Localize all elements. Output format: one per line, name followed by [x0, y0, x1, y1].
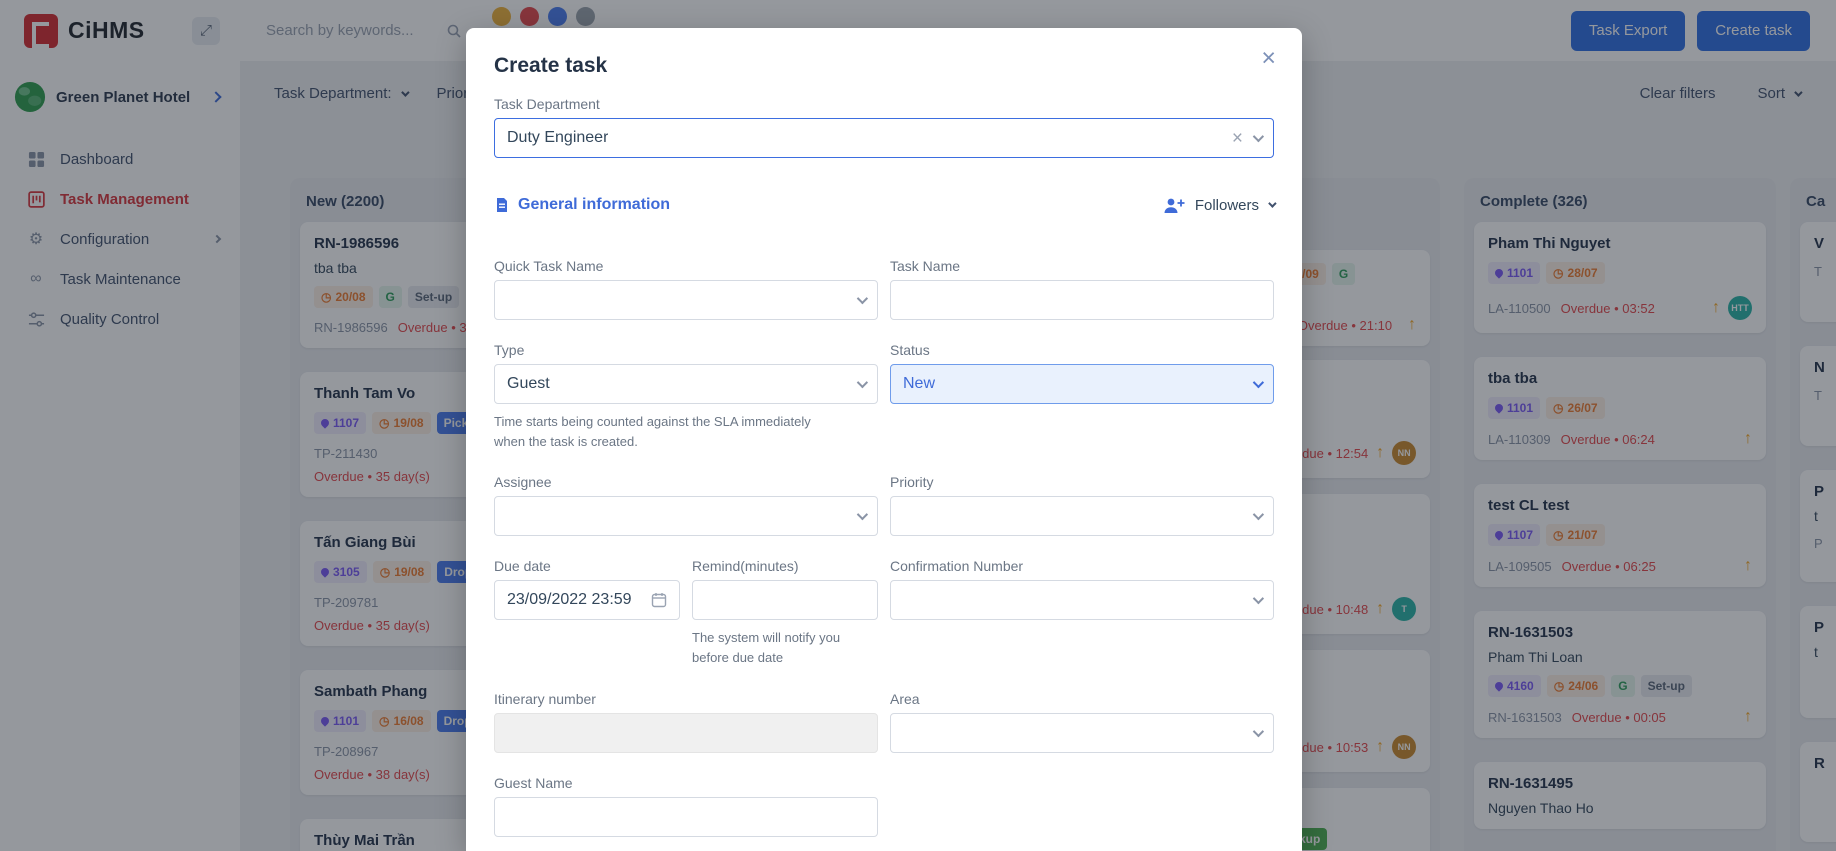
remind-group: Remind(minutes) The system will notify y… [692, 558, 878, 668]
status-select[interactable]: New [890, 364, 1274, 404]
status-value: New [903, 375, 936, 392]
task-name-label: Task Name [890, 258, 961, 274]
modal-title: Create task [494, 54, 608, 77]
area-select[interactable] [890, 712, 1274, 753]
chevron-down-icon [1252, 509, 1265, 521]
create-task-form: Quick Task Name Task Name Type Guest Tim… [494, 258, 1274, 851]
confirmation-number-group: Confirmation Number [890, 558, 1274, 668]
itinerary-number-group: Itinerary number [494, 691, 878, 753]
sla-note: Time starts being counted against the SL… [494, 414, 811, 450]
itinerary-number-label: Itinerary number [494, 690, 596, 707]
section-title: General information [518, 196, 671, 213]
task-name-group: Task Name [890, 258, 1274, 320]
type-select[interactable]: Guest [494, 364, 878, 404]
itinerary-number-input [494, 712, 878, 753]
task-department-value: Duty Engineer [507, 129, 609, 146]
task-department-select[interactable]: Duty Engineer × [494, 118, 1274, 158]
general-information-section: General information Followers [494, 196, 1277, 214]
task-department-label: Task Department [494, 96, 600, 112]
remind-input[interactable] [692, 580, 878, 621]
chevron-down-icon [1268, 199, 1277, 208]
priority-select[interactable] [890, 496, 1274, 537]
chevron-down-icon [1252, 376, 1265, 389]
assignee-group: Assignee [494, 474, 878, 537]
area-label: Area [890, 690, 920, 707]
remind-note: The system will notify you before due da… [692, 630, 841, 666]
followers-dropdown[interactable]: Followers [1162, 196, 1277, 214]
chevron-down-icon [856, 509, 869, 521]
remind-label: Remind(minutes) [692, 558, 799, 575]
quick-task-name-select[interactable] [494, 280, 878, 320]
followers-label: Followers [1194, 196, 1259, 214]
task-department-group: Task Department Duty Engineer × [494, 96, 1274, 158]
confirmation-number-select[interactable] [890, 580, 1274, 621]
area-group: Area [890, 691, 1274, 753]
type-label: Type [494, 342, 525, 358]
quick-task-name-label: Quick Task Name [494, 258, 604, 274]
chevron-down-icon [856, 376, 869, 389]
type-group: Type Guest Time starts being counted aga… [494, 342, 878, 452]
guest-name-group: Guest Name [494, 775, 878, 837]
due-date-group: Due date 23/09/2022 23:59 [494, 558, 680, 668]
create-task-modal: Create task × Task Department Duty Engin… [466, 28, 1302, 851]
due-date-remind-row: Due date 23/09/2022 23:59 Remind(minutes… [494, 558, 878, 690]
task-name-input[interactable] [890, 280, 1274, 320]
status-label: Status [890, 342, 930, 358]
add-follower-icon[interactable] [1162, 197, 1186, 214]
priority-label: Priority [890, 474, 934, 491]
clear-icon[interactable]: × [1228, 129, 1253, 148]
chevron-down-icon [856, 292, 869, 305]
due-date-input[interactable]: 23/09/2022 23:59 [494, 580, 680, 621]
form-spacer [890, 775, 1274, 851]
assignee-label: Assignee [494, 474, 552, 491]
confirmation-number-label: Confirmation Number [890, 558, 1024, 575]
close-icon[interactable]: × [1261, 46, 1276, 71]
chevron-down-icon [1252, 725, 1265, 737]
guest-name-input[interactable] [494, 796, 878, 837]
assignee-select[interactable] [494, 496, 878, 537]
type-value: Guest [507, 375, 550, 392]
due-date-value: 23/09/2022 23:59 [507, 591, 632, 609]
chevron-down-icon [1252, 593, 1265, 605]
status-group: Status New [890, 342, 1274, 452]
calendar-icon [651, 593, 667, 608]
due-date-label: Due date [494, 558, 551, 575]
chevron-down-icon [1252, 130, 1265, 143]
document-icon [497, 198, 507, 212]
guest-name-label: Guest Name [494, 774, 573, 791]
quick-task-name-group: Quick Task Name [494, 258, 878, 320]
priority-group: Priority [890, 474, 1274, 537]
